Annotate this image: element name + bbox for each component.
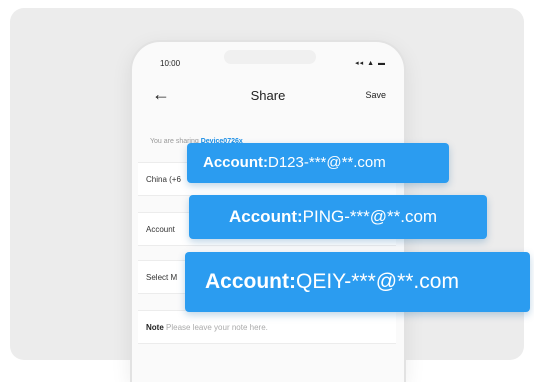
account-chip-value: PING-***@**.com [302, 207, 438, 226]
note-placeholder: Please leave your note here. [166, 323, 268, 332]
account-chip-label: Account: [205, 270, 296, 293]
signal-battery-icon: ◂◂ ▲ ▬ [355, 60, 386, 67]
app-header: ← Share Save [132, 78, 404, 116]
account-chip: Account:QEIY-***@**.com [185, 252, 530, 312]
account-chip-value: D123-***@**.com [268, 154, 386, 171]
select-label: Select M [146, 273, 178, 282]
note-label: Note [146, 323, 164, 332]
save-button[interactable]: Save [365, 90, 386, 100]
account-chip-label: Account: [229, 207, 303, 226]
account-label: Account [146, 225, 175, 234]
note-field[interactable]: Note Please leave your note here. [138, 310, 396, 344]
status-time: 10:00 [160, 59, 181, 68]
account-chip-label: Account: [203, 154, 268, 171]
page-title: Share [250, 88, 286, 103]
note-content: Note Please leave your note here. [146, 323, 268, 332]
phone-notch [224, 50, 316, 64]
account-chip-value: QEIY-***@**.com [296, 270, 459, 293]
account-chip: Account:PING-***@**.com [189, 195, 487, 239]
country-code-label: China (+6 [146, 175, 181, 184]
account-chip: Account:D123-***@**.com [187, 143, 449, 183]
